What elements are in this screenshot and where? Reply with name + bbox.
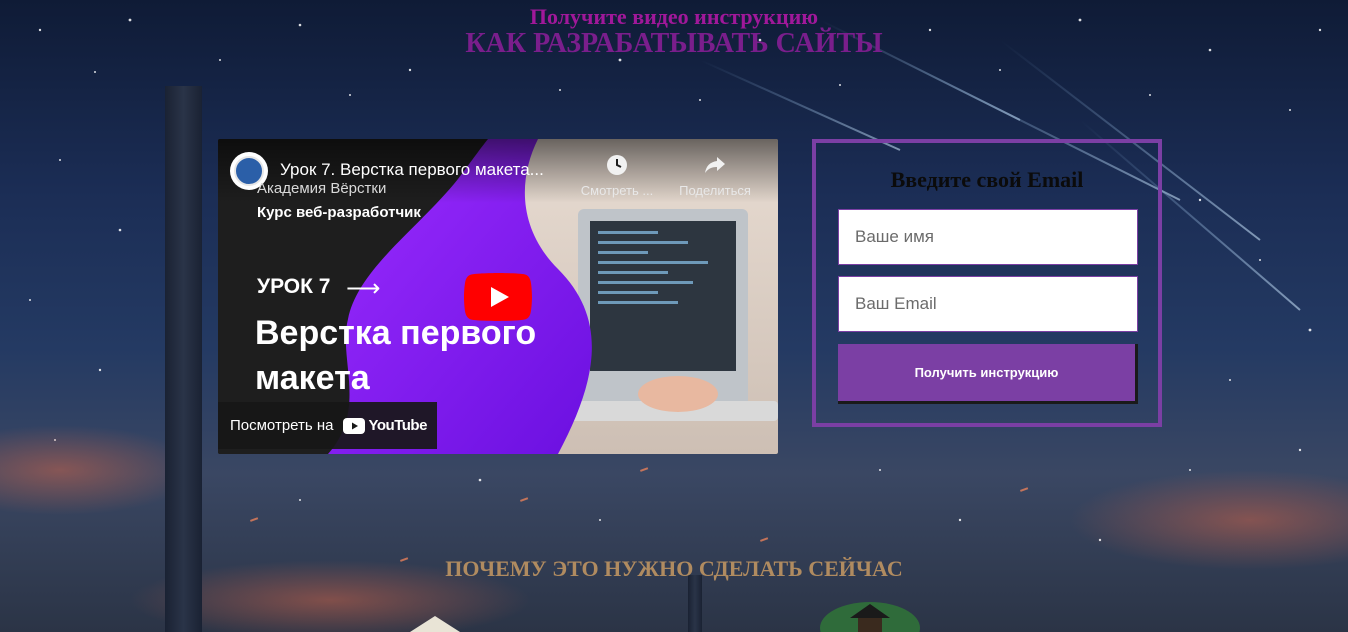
header-title: КАК РАЗРАБАТЫВАТЬ САЙТЫ	[465, 28, 883, 59]
share-button[interactable]: Поделиться	[672, 153, 758, 198]
page-header: Получите видео инструкцию КАК РАЗРАБАТЫВ…	[0, 4, 1348, 58]
channel-name: Академия Вёрстки	[257, 180, 387, 197]
header-subtitle: Получите видео инструкцию	[529, 4, 819, 29]
arrow-right-icon: ⟶	[346, 274, 381, 302]
share-label: Поделиться	[679, 183, 751, 198]
why-now-heading: ПОЧЕМУ ЭТО НУЖНО СДЕЛАТЬ СЕЙЧАС	[445, 556, 903, 581]
decorative-pillar-left	[165, 86, 202, 632]
video-headline: Верстка первого макета	[255, 314, 537, 397]
email-signup-form: Введите свой Email Получить инструкцию	[812, 139, 1162, 427]
watch-later-label: Смотреть ...	[580, 183, 654, 198]
lesson-number: УРОК 7	[257, 275, 331, 298]
course-name: Курс веб-разработчик	[257, 204, 421, 221]
email-input[interactable]	[838, 276, 1138, 332]
youtube-wordmark: YouTube	[368, 417, 427, 434]
name-input[interactable]	[838, 209, 1138, 265]
pagoda-illustration	[820, 602, 920, 632]
get-instructions-button[interactable]: Получить инструкцию	[838, 344, 1138, 404]
clock-icon	[607, 155, 627, 175]
youtube-logo: YouTube	[343, 417, 427, 434]
rooftop-illustration	[410, 616, 460, 632]
form-title: Введите свой Email	[890, 167, 1084, 192]
decorative-pillar-bottom	[688, 575, 702, 632]
youtube-video-embed[interactable]: Урок 7. Верстка первого макета... Смотре…	[218, 139, 778, 454]
watch-later-button[interactable]: Смотреть ...	[574, 153, 660, 198]
watch-on-youtube-button[interactable]: Посмотреть на YouTube	[218, 402, 437, 449]
watch-on-label: Посмотреть на	[230, 417, 334, 434]
youtube-play-icon	[343, 417, 366, 434]
video-title[interactable]: Урок 7. Верстка первого макета...	[280, 160, 544, 180]
share-icon	[705, 157, 725, 173]
play-button-icon[interactable]	[464, 273, 532, 321]
